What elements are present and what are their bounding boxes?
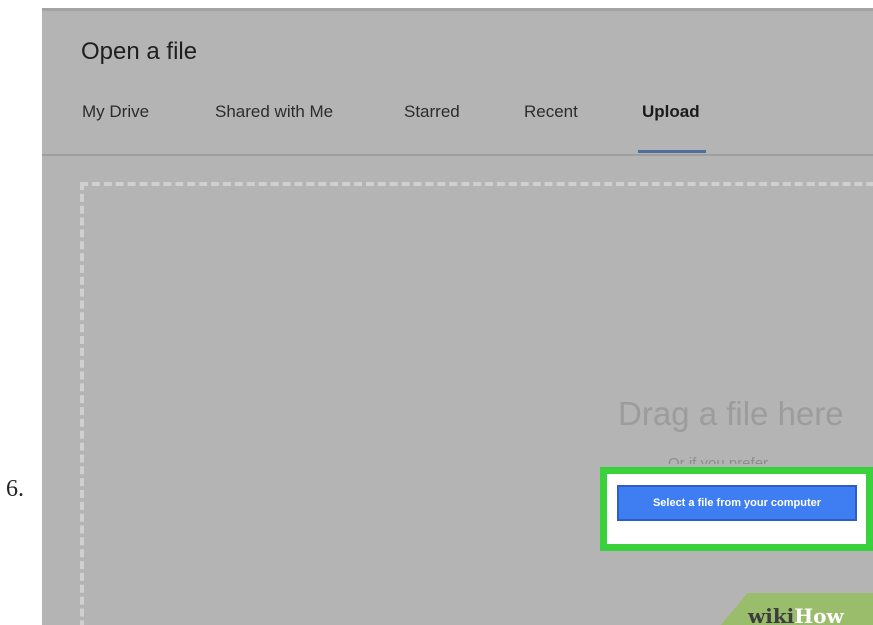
or-text: Or if you prefer: [668, 455, 769, 464]
dialog-title: Open a file: [81, 38, 198, 65]
active-tab-indicator: [638, 150, 706, 153]
drop-zone-text: Drag a file here: [618, 395, 844, 432]
tab-upload[interactable]: Upload: [642, 102, 700, 122]
watermark-how: How: [794, 604, 844, 625]
dialog-top-border: [42, 8, 873, 11]
tabs-divider: [42, 154, 873, 156]
tab-my-drive[interactable]: My Drive: [82, 102, 149, 122]
tab-recent[interactable]: Recent: [524, 102, 578, 122]
open-file-dialog: Open a file My Drive Shared with Me Star…: [42, 8, 873, 625]
tab-bar: My Drive Shared with Me Starred Recent U…: [42, 102, 873, 154]
watermark-wiki: wiki: [748, 604, 795, 625]
tab-starred[interactable]: Starred: [404, 102, 460, 122]
select-file-button[interactable]: Select a file from your computer: [617, 485, 857, 521]
tab-shared-with-me[interactable]: Shared with Me: [215, 102, 333, 122]
step-number: 6.: [6, 476, 24, 502]
wikihow-watermark: wikiHow: [748, 604, 844, 625]
